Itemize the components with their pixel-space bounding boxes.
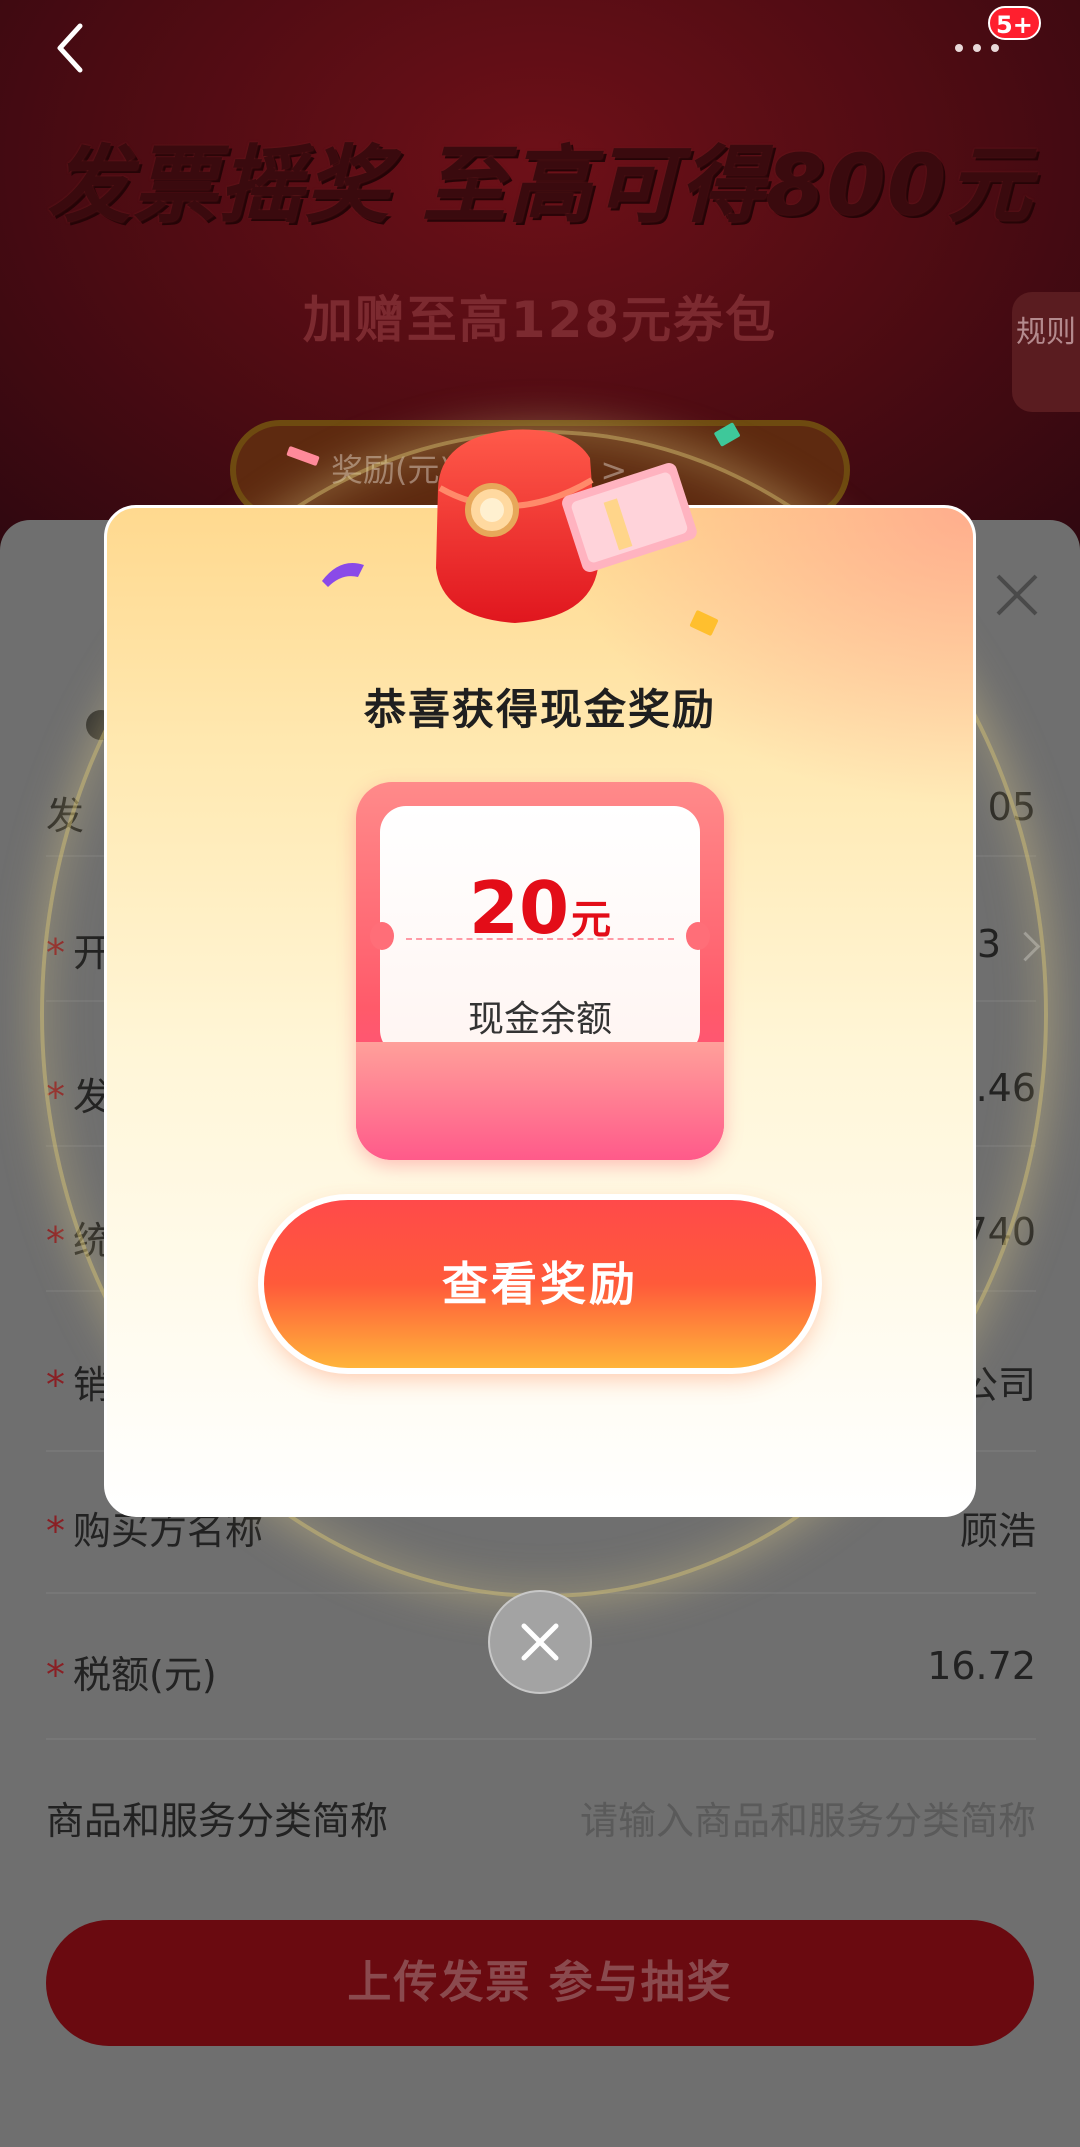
sheet-close-icon[interactable] bbox=[994, 572, 1040, 618]
modal-close-button[interactable] bbox=[488, 1590, 592, 1694]
form-row-category[interactable]: 商品和服务分类简称 请输入商品和服务分类简称 bbox=[46, 1790, 1036, 1850]
hero-title: 发票摇奖 至高可得800元 bbox=[46, 136, 1034, 234]
confetti-piece bbox=[689, 610, 719, 636]
chevron-left-icon bbox=[57, 23, 83, 73]
hero-subtitle: 加赠至高128元券包 bbox=[302, 291, 778, 349]
close-icon bbox=[521, 1623, 559, 1661]
ellipsis-icon bbox=[955, 44, 999, 52]
confetti-piece bbox=[714, 422, 740, 447]
back-button[interactable] bbox=[48, 18, 98, 78]
form-value: 顾浩 bbox=[959, 1509, 1036, 1553]
cash-reward-ticket: 20元 现金余额 bbox=[356, 782, 724, 1160]
ticket-card: 20元 现金余额 bbox=[380, 806, 700, 1056]
divider bbox=[46, 1738, 1036, 1740]
notification-badge: 5+ bbox=[988, 6, 1041, 40]
form-label: 税额(元) bbox=[73, 1653, 217, 1697]
required-mark: * bbox=[46, 1363, 65, 1407]
red-envelope-gift-icon bbox=[436, 429, 697, 623]
category-input-placeholder[interactable]: 请输入商品和服务分类简称 bbox=[580, 1790, 1036, 1845]
ticket-divider bbox=[406, 938, 674, 940]
view-reward-button[interactable]: 查看奖励 bbox=[264, 1200, 816, 1368]
reward-caption: 现金余额 bbox=[467, 999, 612, 1040]
modal-title: 恭喜获得现金奖励 bbox=[363, 685, 716, 734]
form-label: 商品和服务分类简称 bbox=[46, 1799, 389, 1843]
ticket-notch bbox=[370, 922, 394, 950]
confetti-piece bbox=[322, 563, 364, 587]
upload-invoice-button[interactable]: 上传发票 参与抽奖 bbox=[46, 1920, 1034, 2046]
required-mark: * bbox=[46, 1219, 65, 1263]
reward-amount-unit: 元 bbox=[571, 897, 612, 943]
ticket-notch bbox=[686, 922, 710, 950]
required-mark: * bbox=[46, 1653, 65, 1697]
form-value: 16.72 bbox=[927, 1644, 1036, 1688]
required-mark: * bbox=[46, 1509, 65, 1553]
rules-tab[interactable]: 规则 bbox=[1012, 292, 1080, 412]
ticket-pocket bbox=[356, 1042, 724, 1160]
confetti-piece bbox=[286, 446, 320, 466]
